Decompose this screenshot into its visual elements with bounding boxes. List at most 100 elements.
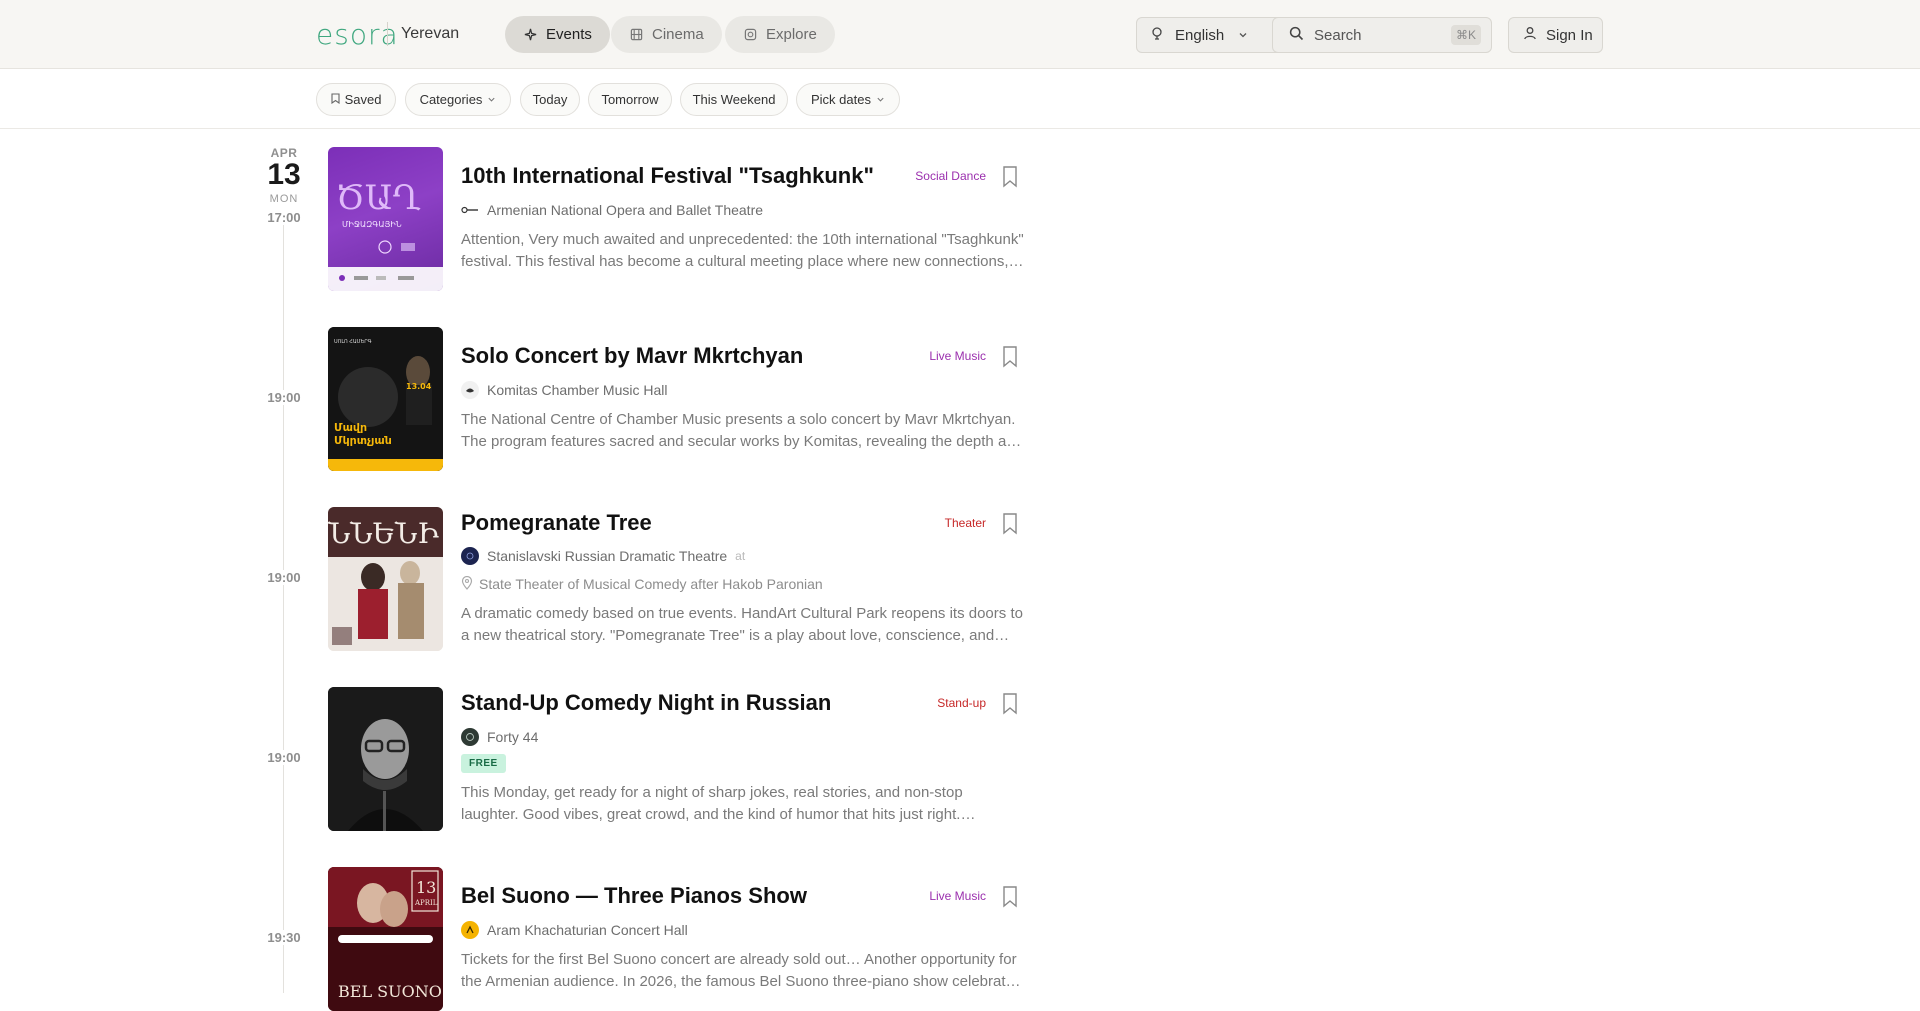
bookmark-icon[interactable]	[1001, 692, 1019, 716]
search-input[interactable]: Search ⌘K	[1272, 17, 1492, 53]
filter-bar: Saved Categories Today Tomorrow This Wee…	[0, 69, 1920, 129]
filter-tomorrow[interactable]: Tomorrow	[588, 83, 672, 116]
svg-text:ՆՆԵՆԻ: ՆՆԵՆԻ	[328, 517, 439, 550]
event-description: The National Centre of Chamber Music pre…	[461, 409, 1024, 453]
svg-text:APRIL: APRIL	[414, 899, 438, 907]
svg-text:13: 13	[416, 878, 436, 897]
event-description-line: Attention, Very much awaited and unprece…	[461, 231, 1024, 248]
event-description-line: a new theatrical story. "Pomegranate Tre…	[461, 627, 1010, 644]
date-weekday: MON	[269, 193, 299, 205]
bookmark-icon	[331, 92, 340, 107]
event-category[interactable]: Live Music	[929, 349, 986, 363]
event-category[interactable]: Theater	[945, 516, 986, 530]
map-pin-icon	[461, 575, 473, 593]
filter-categories[interactable]: Categories	[405, 83, 511, 116]
event-venue[interactable]: Stanislavski Russian Dramatic Theatre at	[461, 546, 745, 566]
timeline-rail	[283, 222, 284, 993]
search-placeholder: Search	[1314, 26, 1362, 44]
event-description-line: A dramatic comedy based on true events. …	[461, 605, 1023, 622]
compass-icon	[743, 28, 757, 42]
user-icon	[1523, 26, 1537, 44]
event-poster[interactable]: Մավր Մկրտչյան 13.04 ՍՈԼՈ ՀԱՄԵՐԳ	[328, 327, 443, 471]
date-day: 13	[267, 158, 301, 191]
location-name: State Theater of Musical Comedy after Ha…	[479, 576, 823, 592]
event-venue[interactable]: Komitas Chamber Music Hall	[461, 380, 668, 400]
nav-tab-events[interactable]: Events	[505, 16, 610, 53]
filter-pick-dates[interactable]: Pick dates	[796, 83, 900, 116]
venue-logo	[461, 547, 479, 565]
event-title[interactable]: Stand-Up Comedy Night in Russian	[461, 690, 831, 716]
nav-tab-cinema[interactable]: Cinema	[611, 16, 722, 53]
header-divider	[387, 22, 388, 46]
chevron-down-icon	[487, 92, 496, 107]
chevron-down-icon	[876, 92, 885, 107]
nav-tab-label: Explore	[766, 26, 817, 43]
event-title[interactable]: 10th International Festival "Tsaghkunk"	[461, 163, 874, 189]
search-icon	[1289, 26, 1304, 45]
event-poster[interactable]	[328, 687, 443, 831]
bookmark-icon[interactable]	[1001, 512, 1019, 536]
event-venue[interactable]: Forty 44	[461, 727, 538, 747]
event-description-line: laughter. Good vibes, great crowd, and t…	[461, 806, 976, 823]
filter-tomorrow-label: Tomorrow	[601, 92, 659, 107]
language-selector[interactable]: English	[1136, 17, 1291, 53]
event-location[interactable]: State Theater of Musical Comedy after Ha…	[461, 575, 823, 593]
event-venue[interactable]: Armenian National Opera and Ballet Theat…	[461, 200, 763, 220]
bookmark-icon[interactable]	[1001, 885, 1019, 909]
filter-categories-label: Categories	[419, 92, 483, 107]
filter-today-label: Today	[532, 92, 568, 107]
venue-name: Forty 44	[487, 729, 539, 745]
event-description-line: festival. This festival has become a cul…	[461, 253, 1024, 270]
event-description: A dramatic comedy based on true events. …	[461, 603, 1024, 647]
venue-logo	[461, 921, 479, 939]
nav-tab-label: Cinema	[652, 26, 704, 43]
event-poster[interactable]: ԾԱՂ ՄԻՋԱԶԳԱՅԻՆ	[328, 147, 443, 291]
bookmark-icon[interactable]	[1001, 165, 1019, 189]
event-category[interactable]: Social Dance	[915, 169, 986, 183]
event-venue[interactable]: Aram Khachaturian Concert Hall	[461, 920, 688, 940]
filter-saved[interactable]: Saved	[316, 83, 396, 116]
filter-today[interactable]: Today	[520, 83, 580, 116]
sign-in-button[interactable]: Sign In	[1508, 17, 1603, 53]
event-poster[interactable]: 13 APRIL BEL SUONO	[328, 867, 443, 1011]
venue-name: Komitas Chamber Music Hall	[487, 382, 668, 398]
event-description-line: The program features sacred and secular …	[461, 433, 1022, 450]
event-time: 19:00	[262, 570, 306, 585]
venue-name: Stanislavski Russian Dramatic Theatre	[487, 548, 728, 564]
bookmark-icon[interactable]	[1001, 345, 1019, 369]
film-icon	[629, 28, 643, 42]
free-badge: FREE	[461, 754, 506, 773]
venue-logo	[461, 201, 479, 219]
event-description: Attention, Very much awaited and unprece…	[461, 229, 1024, 273]
event-description: This Monday, get ready for a night of sh…	[461, 782, 1024, 826]
svg-text:BEL SUONO: BEL SUONO	[338, 982, 442, 1001]
event-category[interactable]: Live Music	[929, 889, 986, 903]
event-title[interactable]: Pomegranate Tree	[461, 510, 652, 536]
filter-pick-dates-label: Pick dates	[811, 92, 871, 107]
chevron-down-icon	[1238, 27, 1248, 44]
sparkle-icon	[523, 28, 537, 42]
event-description-line: the Armenian audience. In 2026, the famo…	[461, 973, 1021, 990]
event-time: 19:00	[262, 750, 306, 765]
nav-tab-explore[interactable]: Explore	[725, 16, 835, 53]
svg-text:ԾԱՂ: ԾԱՂ	[336, 178, 421, 218]
event-description-line: This Monday, get ready for a night of sh…	[461, 784, 963, 801]
sign-in-label: Sign In	[1546, 26, 1593, 44]
event-time: 17:00	[262, 210, 306, 225]
nav-tab-label: Events	[546, 26, 592, 43]
event-poster[interactable]: ՆՆԵՆԻ	[328, 507, 443, 651]
language-label: English	[1175, 26, 1225, 44]
event-description-line: Tickets for the first Bel Suono concert …	[461, 951, 1017, 968]
filter-this-weekend[interactable]: This Weekend	[680, 83, 788, 116]
venue-name: Aram Khachaturian Concert Hall	[487, 922, 688, 938]
top-header: esora Yerevan Events Cinema Explore Engl…	[0, 0, 1920, 69]
event-title[interactable]: Solo Concert by Mavr Mkrtchyan	[461, 343, 803, 369]
svg-text:13.04: 13.04	[406, 382, 432, 391]
event-category[interactable]: Stand-up	[937, 696, 986, 710]
event-time: 19:30	[262, 930, 306, 945]
translate-icon	[1151, 26, 1165, 44]
svg-text:Մավր: Մավր	[334, 421, 367, 434]
event-title[interactable]: Bel Suono — Three Pianos Show	[461, 883, 807, 909]
event-description: Tickets for the first Bel Suono concert …	[461, 949, 1024, 993]
city-selector[interactable]: Yerevan	[401, 25, 459, 43]
